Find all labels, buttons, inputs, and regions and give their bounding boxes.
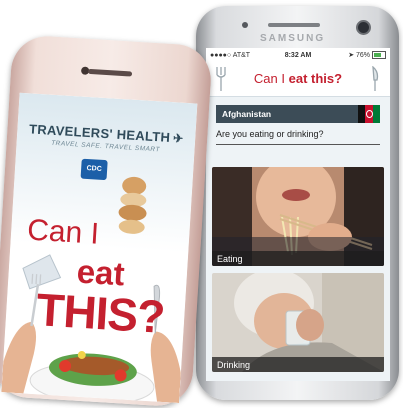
iphone-frame: TRAVELERS' HEALTH ✈ TRAVEL SAFE. TRAVEL S… bbox=[0, 34, 213, 408]
status-bar: ●●●●○ AT&T 8:32 AM ➤ 76% bbox=[206, 48, 390, 62]
samsung-screen: ●●●●○ AT&T 8:32 AM ➤ 76% Can I eat this?… bbox=[206, 48, 390, 381]
knife-icon bbox=[372, 66, 379, 91]
battery-icon bbox=[372, 51, 387, 60]
signal-icon: ●●●●○ bbox=[210, 51, 233, 59]
iphone-splash-screen: TRAVELERS' HEALTH ✈ TRAVEL SAFE. TRAVEL S… bbox=[1, 92, 198, 404]
front-camera bbox=[356, 20, 371, 35]
phone-speaker bbox=[268, 23, 320, 27]
drinking-option[interactable]: Drinking bbox=[212, 273, 384, 372]
splash-this: THIS? bbox=[34, 283, 166, 343]
question-text: Are you eating or drinking? bbox=[216, 129, 380, 145]
cdc-logo: CDC bbox=[80, 158, 108, 181]
location-icon: ➤ bbox=[348, 51, 356, 59]
phone-sensor bbox=[242, 22, 248, 28]
carrier-name: AT&T bbox=[232, 51, 251, 59]
app-title: Can I eat this? bbox=[253, 71, 343, 86]
phone-speaker bbox=[87, 68, 133, 77]
afghanistan-flag-icon bbox=[358, 105, 380, 123]
status-battery: ➤ 76% bbox=[327, 51, 387, 60]
drinking-label: Drinking bbox=[212, 357, 384, 372]
phone-brand: SAMSUNG bbox=[260, 33, 326, 44]
eating-label: Eating bbox=[212, 251, 384, 266]
splash-can-i: Can I bbox=[26, 213, 100, 251]
country-bar[interactable]: Afghanistan bbox=[216, 105, 380, 123]
status-carrier: ●●●●○ AT&T bbox=[210, 52, 269, 59]
eating-option[interactable]: Eating bbox=[212, 167, 384, 266]
battery-percent: 76% bbox=[356, 51, 371, 59]
app-header: Can I eat this? bbox=[206, 62, 390, 97]
airplane-icon: ✈ bbox=[172, 131, 184, 146]
status-time: 8:32 AM bbox=[284, 51, 312, 59]
country-name: Afghanistan bbox=[222, 109, 272, 119]
